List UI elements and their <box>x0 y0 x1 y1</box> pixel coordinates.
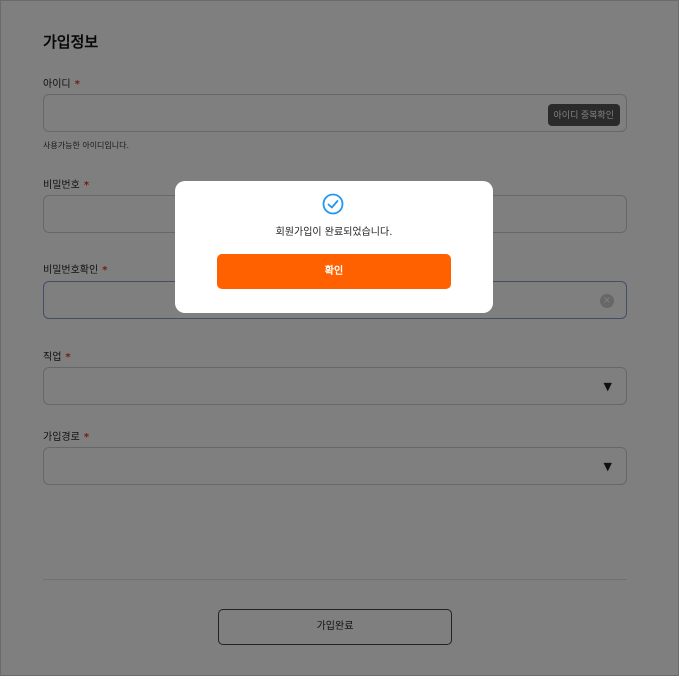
confirm-button[interactable]: 확인 <box>217 254 451 289</box>
modal-message: 회원가입이 완료되었습니다. <box>275 227 393 238</box>
completion-modal: 회원가입이 완료되었습니다. 확인 <box>175 181 493 313</box>
modal-overlay <box>0 0 679 676</box>
check-circle-icon <box>322 193 344 215</box>
